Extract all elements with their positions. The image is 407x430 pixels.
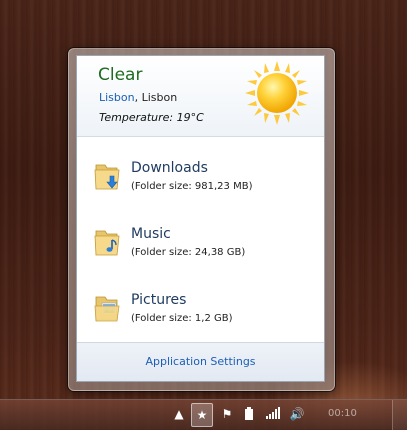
folder-name: Pictures — [131, 292, 187, 308]
region-label: Lisbon — [141, 91, 178, 104]
network-signal-icon[interactable] — [265, 406, 281, 422]
power-icon[interactable] — [241, 406, 257, 422]
weather-temperature: Temperature: 19°C — [99, 111, 204, 124]
show-hidden-icons-arrow[interactable]: ▲ — [171, 406, 187, 422]
flyout-panel: Clear Lisbon, Lisbon Temperature: 19°C D… — [76, 55, 325, 382]
volume-icon[interactable]: 🔊 — [289, 406, 305, 422]
flyout-footer: Application Settings — [77, 342, 324, 381]
folder-item-downloads[interactable]: Downloads (Folder size: 981,23 MB) — [77, 148, 324, 208]
sun-icon — [245, 61, 309, 125]
location-separator: , — [134, 91, 142, 104]
folder-size: (Folder size: 24,38 GB) — [131, 247, 246, 258]
action-center-flag-icon[interactable]: ⚑ — [219, 406, 235, 422]
folder-item-pictures[interactable]: Pictures (Folder size: 1,2 GB) — [77, 280, 324, 340]
folder-size: (Folder size: 981,23 MB) — [131, 181, 253, 192]
folder-name: Music — [131, 226, 171, 242]
pictures-folder-icon — [94, 296, 120, 322]
app-star-icon[interactable]: ★ — [191, 403, 213, 427]
folder-name: Downloads — [131, 160, 208, 176]
music-folder-icon — [94, 230, 120, 256]
folder-item-music[interactable]: Music (Folder size: 24,38 GB) — [77, 214, 324, 274]
weather-condition: Clear — [98, 65, 143, 85]
clock[interactable]: 00:10 — [328, 408, 357, 419]
show-desktop-button[interactable] — [392, 400, 407, 430]
downloads-folder-icon — [94, 164, 120, 190]
application-settings-link[interactable]: Application Settings — [77, 355, 324, 368]
taskbar: ▲ ★ ⚑ 🔊 00:10 — [0, 399, 407, 430]
city-link[interactable]: Lisbon — [99, 91, 135, 104]
weather-section: Clear Lisbon, Lisbon Temperature: 19°C — [77, 56, 324, 137]
weather-location: Lisbon, Lisbon — [99, 91, 177, 104]
app-flyout-window: Clear Lisbon, Lisbon Temperature: 19°C D… — [68, 48, 335, 391]
folder-size: (Folder size: 1,2 GB) — [131, 313, 233, 324]
